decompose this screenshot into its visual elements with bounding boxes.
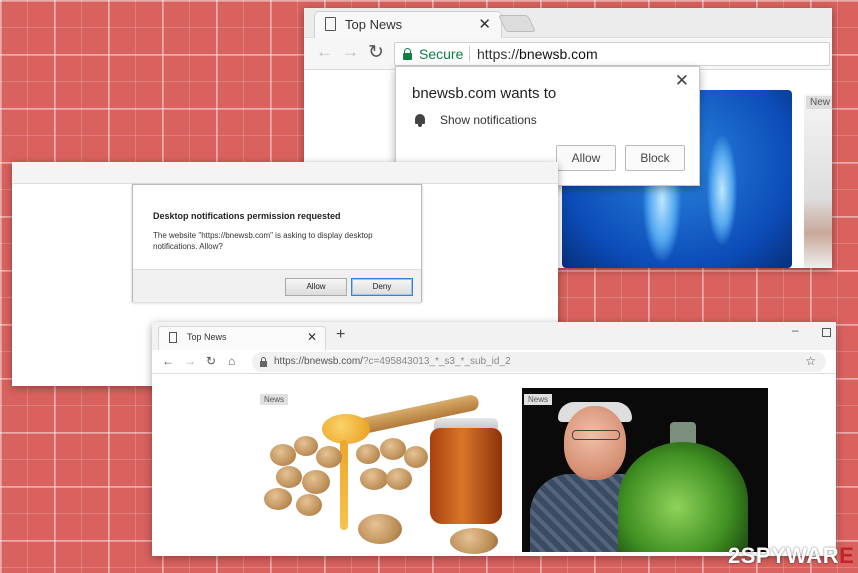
dialog-footer: Allow Deny: [133, 269, 421, 302]
watermark-text: 2SPYWAR: [728, 543, 840, 568]
divider: [469, 46, 470, 62]
address-bar[interactable]: Secure https://bnewsb.com: [394, 42, 830, 66]
reload-icon[interactable]: ↻: [368, 41, 384, 64]
chrome-window-news-page: Top News ✕ + – ← → ↻ ⌂ https://bnewsb.co…: [152, 322, 836, 556]
page-icon: [325, 17, 336, 31]
page-icon: [169, 332, 177, 343]
side-article-image[interactable]: [804, 94, 832, 268]
close-tab-icon[interactable]: ✕: [478, 15, 491, 33]
new-tab-icon[interactable]: +: [336, 326, 345, 344]
walnut: [276, 466, 302, 488]
tab-top-news[interactable]: Top News ✕: [314, 11, 502, 38]
tab-strip: Top News ✕ + –: [152, 322, 836, 350]
url-text: https://bnewsb.com: [477, 46, 598, 62]
dialog-message: The website "https://bnewsb.com" is aski…: [153, 231, 373, 251]
back-arrow-icon[interactable]: ←: [316, 42, 333, 62]
walnut: [356, 444, 380, 464]
watermark-logo: 2SPYWARE: [728, 543, 854, 569]
secure-label: Secure: [419, 46, 464, 62]
deny-button[interactable]: Deny: [351, 278, 413, 296]
permission-label: Show notifications: [440, 113, 537, 127]
block-button[interactable]: Block: [625, 145, 685, 171]
terrarium-bottle: [618, 442, 748, 552]
popup-heading: bnewsb.com wants to: [412, 85, 557, 102]
tab-title: Top News: [345, 17, 403, 32]
home-icon[interactable]: ⌂: [228, 354, 235, 368]
walnut: [270, 444, 296, 466]
walnut-kernels: [450, 528, 498, 554]
back-arrow-icon[interactable]: ←: [162, 354, 174, 368]
close-icon[interactable]: ✕: [675, 71, 689, 91]
walnut: [380, 438, 406, 460]
walnut: [386, 468, 412, 490]
toolbar: ← → ↻ ⌂ https://bnewsb.com/?c=495843013_…: [152, 350, 836, 374]
page-content: News News: [152, 374, 836, 556]
new-tab-button[interactable]: [498, 15, 536, 32]
allow-button[interactable]: Allow: [285, 278, 347, 296]
url-base: https://bnewsb.com/: [274, 356, 363, 367]
forward-arrow-icon[interactable]: →: [342, 42, 359, 62]
tab-strip: Top News ✕: [304, 8, 832, 38]
walnut: [294, 436, 318, 456]
glasses: [572, 430, 620, 440]
reload-icon[interactable]: ↻: [206, 354, 216, 368]
url-query: ?c=495843013_*_s3_*_sub_id_2: [362, 356, 511, 367]
walnut: [316, 446, 342, 468]
news-badge: New: [806, 96, 832, 109]
lock-icon: [403, 48, 412, 60]
tab-title: Top News: [187, 332, 227, 342]
walnut: [404, 446, 428, 468]
news-badge: News: [524, 394, 553, 405]
window-header: [12, 162, 558, 184]
watermark-text-accent: E: [839, 543, 855, 568]
url-text: https://bnewsb.com/?c=495843013_*_s3_*_s…: [274, 356, 511, 367]
url-domain: bnewsb.com: [519, 46, 598, 62]
news-badge: News: [260, 394, 289, 405]
lock-icon: [260, 357, 267, 367]
honey-nuts-article-image[interactable]: [260, 384, 510, 556]
close-tab-icon[interactable]: ✕: [307, 330, 317, 344]
walnut: [302, 470, 330, 494]
permission-dialog: Desktop notifications permission request…: [132, 184, 422, 302]
walnut-kernels: [358, 514, 402, 544]
maximize-icon[interactable]: [822, 328, 831, 337]
url-scheme: https://: [477, 46, 520, 62]
honey-jar: [430, 428, 502, 524]
address-bar[interactable]: https://bnewsb.com/?c=495843013_*_s3_*_s…: [252, 352, 826, 372]
tab-top-news[interactable]: Top News ✕: [158, 326, 326, 350]
allow-button[interactable]: Allow: [556, 145, 616, 171]
honey-spoon-bowl: [322, 414, 370, 444]
forward-arrow-icon[interactable]: →: [184, 354, 196, 368]
face: [564, 406, 626, 480]
walnut: [296, 494, 322, 516]
walnut: [360, 468, 388, 490]
bookmark-star-icon[interactable]: ☆: [805, 354, 816, 368]
bell-icon: [414, 113, 426, 127]
minimize-icon[interactable]: –: [792, 323, 799, 337]
dialog-title: Desktop notifications permission request…: [153, 211, 341, 221]
terrarium-man-article-image[interactable]: [522, 388, 768, 552]
walnut: [264, 488, 292, 510]
